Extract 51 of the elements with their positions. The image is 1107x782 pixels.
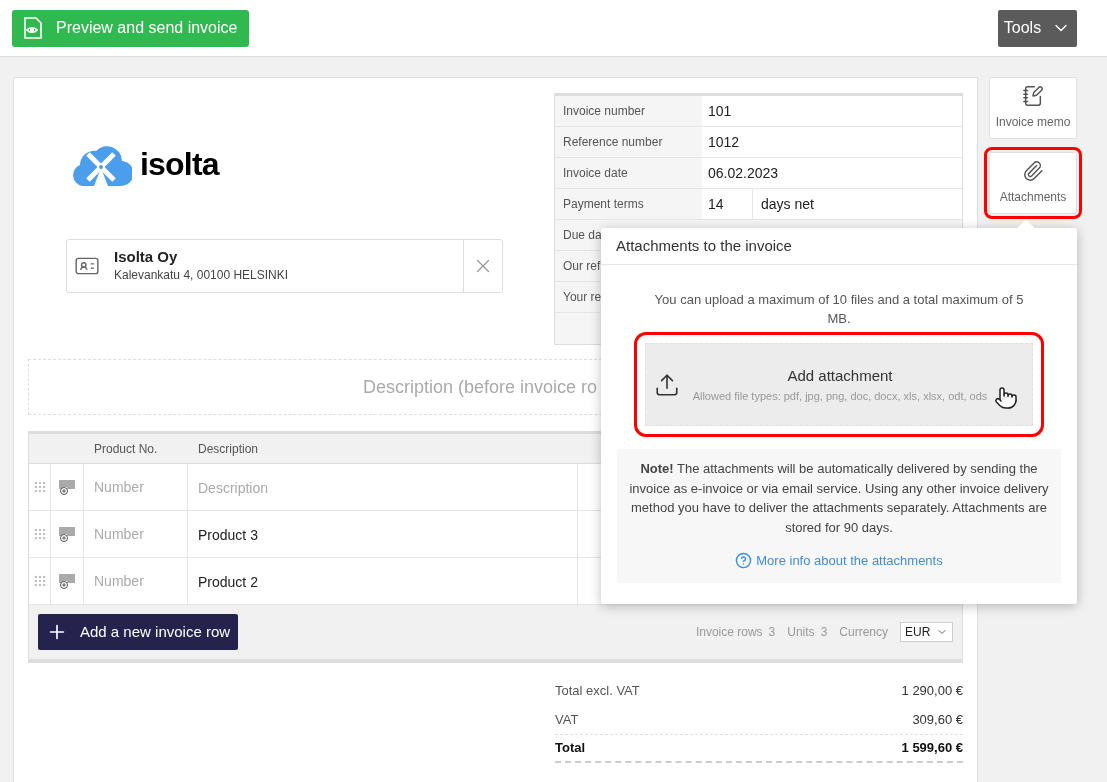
stat-value: 3 [768, 624, 776, 641]
notepad-pen-icon [1022, 85, 1044, 107]
detail-label: Invoice date [563, 165, 628, 182]
detail-field[interactable]: 101 [702, 96, 962, 126]
stat-label: Units [787, 624, 815, 641]
stat-value: 3 [820, 624, 828, 641]
stat-label: Invoice rows [695, 624, 763, 641]
add-attachment-title: Add attachment [787, 366, 893, 387]
total-label: Total excl. VAT [555, 681, 640, 700]
add-row-button[interactable]: Add a new invoice row [38, 614, 239, 650]
help-icon [735, 552, 753, 570]
detail-label: Our ref [563, 258, 601, 275]
logo-text: isolta [140, 145, 219, 184]
detail-label: Reference number [563, 134, 663, 151]
detail-label: Due da [563, 227, 602, 244]
total-value: 309,60 € [912, 710, 963, 729]
total-label: Total [555, 739, 586, 758]
detail-field[interactable]: 1012 [702, 127, 962, 157]
note-text: Note! The attachments will be automatically delivered by sending the invoice as e-invoice or via email service. Using any other invoice delivery method you have to deliver the attachments separately. Attachments are stored for 90 days. [629, 460, 1049, 537]
detail-unit: days net [760, 194, 815, 214]
total-value: 1 290,00 € [901, 681, 963, 700]
table-cell-field[interactable]: Number [84, 511, 188, 557]
detail-label: Invoice number [563, 103, 646, 120]
side-button[interactable]: Invoice memo [989, 77, 1077, 139]
popup-title: Attachments to the invoice [616, 235, 792, 256]
detail-label: Your re [563, 289, 602, 306]
description-placeholder: Description (before invoice ro [362, 375, 597, 399]
customer-address: Kalevankatu 4, 00100 HELSINKI [114, 267, 290, 284]
detail-label: Payment terms [563, 196, 644, 213]
upload-limit-text: You can upload a maximum of 10 files and a total maximum of 5 MB. [653, 291, 1025, 328]
side-button[interactable]: Attachments [989, 152, 1077, 214]
drag-handle-icon[interactable] [32, 480, 47, 494]
customer-name: Isolta Oy [114, 248, 179, 266]
drag-handle-icon[interactable] [32, 527, 47, 541]
paperclip-icon [1022, 160, 1044, 182]
total-label: VAT [555, 710, 579, 729]
column-header: Product No. [93, 440, 159, 458]
tools-button[interactable]: Tools [998, 9, 1077, 47]
column-header: Description [197, 440, 260, 458]
add-attachment-button[interactable]: Add attachment Allowed file types: pdf, jpg, png, doc, docx, xls, xlsx, odt, ods [645, 343, 1033, 426]
document-eye-icon [24, 17, 42, 39]
currency-label: Currency [839, 624, 888, 641]
total-value: 1 599,60 € [901, 739, 963, 758]
table-cell-field[interactable]: Number [84, 464, 188, 510]
customer-card[interactable]: Isolta Oy Kalevankatu 4, 00100 HELSINKI [66, 239, 503, 293]
table-cell-field[interactable]: Number [84, 558, 188, 604]
hand-cursor-icon [994, 386, 1018, 410]
currency-select[interactable]: EUR [900, 622, 953, 642]
detail-field[interactable]: 06.02.2023 [702, 158, 962, 188]
detail-field[interactable]: 14 [702, 189, 753, 219]
drag-handle-icon[interactable] [32, 574, 47, 588]
